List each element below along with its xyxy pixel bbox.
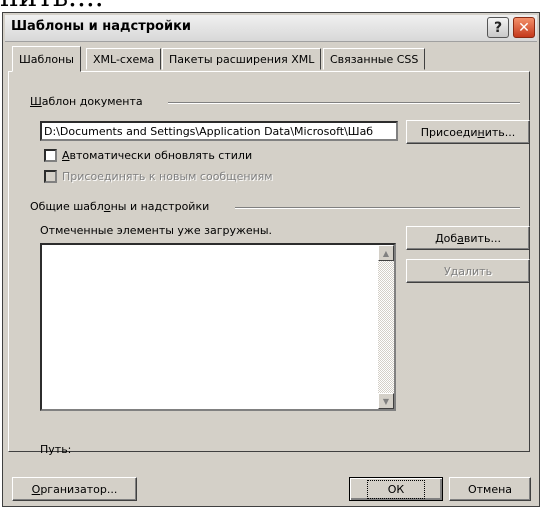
help-button[interactable]: ? [487, 17, 509, 38]
question-mark-icon: ? [493, 19, 503, 36]
attach-to-new-messages-label: Присоединять к новым сообщениям [62, 170, 273, 183]
dialog-title: Шаблоны и надстройки [11, 19, 192, 34]
tab-xml-expansion-packs[interactable]: Пакеты расширения XML [162, 48, 322, 70]
ok-label: ОК [366, 479, 426, 499]
title-bar[interactable]: Шаблоны и надстройки ? ✕ [5, 15, 537, 42]
auto-update-styles-label[interactable]: Автоматически обновлять стили [62, 149, 252, 162]
path-label: Путь: [40, 443, 72, 456]
attach-to-new-messages-checkbox [44, 170, 57, 183]
vertical-scrollbar[interactable]: ▲ ▼ [378, 245, 394, 409]
scroll-up-button[interactable]: ▲ [378, 245, 394, 261]
tab-linked-css[interactable]: Связанные CSS [323, 48, 426, 70]
document-template-group-label: Шаблон документа [30, 95, 143, 108]
tab-templates[interactable]: Шаблоны [12, 46, 81, 72]
path-value: D:\Documents and Settings\Application Da… [44, 125, 374, 138]
tab-xml-schema[interactable]: XML-схема [86, 48, 162, 70]
cancel-button[interactable]: Отмена [449, 477, 531, 501]
close-icon: ✕ [518, 19, 530, 36]
scroll-down-button[interactable]: ▼ [378, 393, 394, 409]
ok-button[interactable]: ОК [349, 477, 443, 501]
global-templates-group-label: Общие шаблоны и надстройки [30, 200, 210, 213]
remove-button: Удалить [406, 259, 530, 283]
close-button[interactable]: ✕ [513, 17, 535, 38]
group-divider [235, 207, 520, 209]
document-template-path-input[interactable]: D:\Documents and Settings\Application Da… [40, 121, 398, 141]
global-templates-list[interactable]: ▲ ▼ [40, 243, 396, 411]
arrow-down-icon: ▼ [382, 396, 390, 406]
auto-update-styles-checkbox[interactable] [44, 149, 57, 162]
group-divider [168, 102, 520, 104]
attach-button[interactable]: Присоеди н ить... [406, 120, 530, 144]
arrow-up-icon: ▲ [382, 248, 390, 258]
organizer-button[interactable]: Организатор... [12, 477, 137, 501]
add-button[interactable]: Доб а вить... [406, 226, 530, 250]
loaded-items-caption: Отмеченные элементы уже загружены. [40, 224, 273, 237]
